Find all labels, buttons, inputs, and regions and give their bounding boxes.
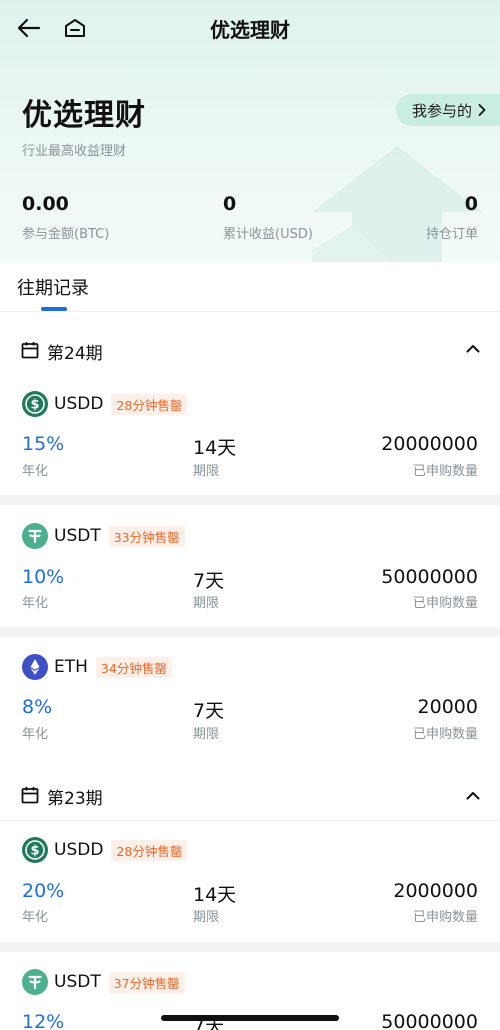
period-title: 第24期 <box>47 344 103 364</box>
term-value: 14天 <box>193 437 237 459</box>
calendar-icon <box>21 342 39 359</box>
term-label: 期限 <box>193 596 220 611</box>
period-header[interactable]: 第23期 <box>0 765 500 821</box>
my-participation-button[interactable]: 我参与的 <box>395 94 500 126</box>
term-label: 期限 <box>193 464 220 479</box>
soldout-badge: 33分钟售罄 <box>108 525 185 547</box>
stat-participation-amount: 0.00 参与金额(BTC) <box>22 193 109 242</box>
stat-label: 累计收益(USD) <box>223 227 313 242</box>
stat-value: 0.00 <box>22 193 69 215</box>
soldout-badge: 34分钟售罄 <box>95 656 172 678</box>
coin-name: USDD <box>54 394 104 414</box>
page-title: 优选理财 <box>210 18 290 42</box>
card-divider <box>0 495 500 505</box>
subscribed-qty: 50000000 <box>381 1011 478 1030</box>
top-bar: 优选理财 <box>0 0 500 56</box>
stat-open-orders: 0 持仓订单 <box>426 193 478 242</box>
subscribed-qty-label: 已申购数量 <box>412 727 478 742</box>
svg-text:$: $ <box>30 844 39 859</box>
product-card-eth[interactable]: ETH 34分钟售罄 8% 年化 7天 期限 20000 已申购数量 <box>0 637 500 765</box>
annual-rate-label: 年化 <box>22 910 49 925</box>
subscribed-qty-label: 已申购数量 <box>412 596 478 611</box>
annual-rate-label: 年化 <box>22 464 49 479</box>
annual-rate: 15% <box>22 433 65 455</box>
coin-row: USDT 33分钟售罄 <box>22 523 185 549</box>
coin-name: USDD <box>54 840 104 860</box>
coin-name: ETH <box>54 657 88 677</box>
stat-label: 持仓订单 <box>425 227 478 242</box>
coin-name: USDT <box>54 972 101 992</box>
period-title: 第23期 <box>47 789 103 809</box>
usdt-coin-icon <box>22 523 48 549</box>
stat-label: 参与金额(BTC) <box>22 227 110 242</box>
term-value: 7天 <box>193 700 225 722</box>
tab-active-indicator <box>41 307 67 311</box>
soldout-badge: 28分钟售罄 <box>111 839 188 861</box>
usdd-coin-icon: $ <box>22 837 48 863</box>
term-value: 7天 <box>193 570 225 592</box>
term-value: 14天 <box>193 884 237 906</box>
annual-rate: 20% <box>22 880 65 902</box>
product-card-usdd[interactable]: $ USDD 28分钟售罄 20% 年化 14天 期限 2000000 已申购数… <box>0 822 500 942</box>
subscribed-qty: 2000000 <box>393 880 478 902</box>
stat-value: 0 <box>464 193 478 215</box>
coin-row: $ USDD 28分钟售罄 <box>22 391 188 417</box>
coin-name: USDT <box>54 526 101 546</box>
annual-rate: 10% <box>22 566 65 588</box>
coin-row: USDT 37分钟售罄 <box>22 969 185 995</box>
subscribed-qty: 20000000 <box>381 433 478 455</box>
soldout-badge: 28分钟售罄 <box>111 393 188 415</box>
hero-title: 优选理财 <box>22 98 146 133</box>
annual-rate: 8% <box>22 696 53 718</box>
hero-section: 优选理财 优选理财 行业最高收益理财 我参与的 0.00 参与金额(BTC) 0… <box>0 0 500 262</box>
stat-cumulative-income: 0 累计收益(USD) <box>223 193 313 242</box>
usdt-coin-icon <box>22 969 48 995</box>
tab-bar: 往期记录 <box>0 262 500 312</box>
stat-value: 0 <box>223 193 237 215</box>
card-divider <box>0 627 500 637</box>
subscribed-qty: 20000 <box>417 696 478 718</box>
card-divider <box>0 942 500 952</box>
annual-rate: 12% <box>22 1011 65 1030</box>
chevron-up-icon[interactable] <box>466 344 480 353</box>
soldout-badge: 37分钟售罄 <box>108 971 185 993</box>
home-indicator[interactable] <box>161 1015 339 1021</box>
subscribed-qty: 50000000 <box>381 566 478 588</box>
subscribed-qty-label: 已申购数量 <box>412 910 478 925</box>
coin-row: ETH 34分钟售罄 <box>22 654 172 680</box>
usdd-coin-icon: $ <box>22 391 48 417</box>
coin-row: $ USDD 28分钟售罄 <box>22 837 188 863</box>
term-label: 期限 <box>193 910 220 925</box>
chevron-up-icon[interactable] <box>466 791 480 800</box>
calendar-icon <box>21 787 39 804</box>
svg-text:$: $ <box>30 398 39 413</box>
eth-coin-icon <box>22 654 48 680</box>
period-header[interactable]: 第24期 <box>0 319 500 381</box>
product-card-usdt[interactable]: USDT 33分钟售罄 10% 年化 7天 期限 50000000 已申购数量 <box>0 505 500 627</box>
tab-history[interactable]: 往期记录 <box>17 274 89 300</box>
subscribed-qty-label: 已申购数量 <box>412 464 478 479</box>
annual-rate-label: 年化 <box>22 596 49 611</box>
hero-subtitle: 行业最高收益理财 <box>22 144 127 159</box>
chevron-right-icon <box>478 104 486 116</box>
term-label: 期限 <box>193 727 220 742</box>
my-participation-label: 我参与的 <box>411 101 472 120</box>
annual-rate-label: 年化 <box>22 727 49 742</box>
product-card-usdd[interactable]: $ USDD 28分钟售罄 15% 年化 14天 期限 20000000 已申购… <box>0 375 500 495</box>
